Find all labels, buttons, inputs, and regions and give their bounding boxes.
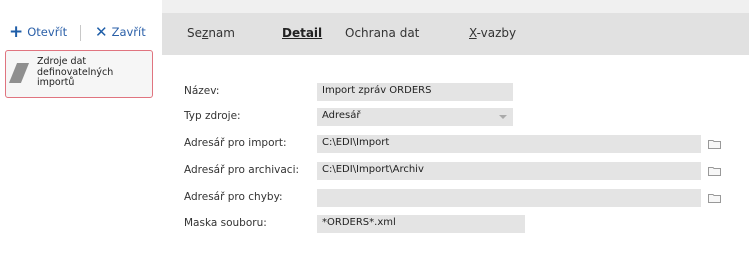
form-row-error-dir: Adresář pro chyby:: [162, 189, 749, 207]
detail-form: Název: Import zpráv ORDERS Typ zdroje: A…: [162, 55, 749, 271]
toolbar-divider: [80, 25, 81, 41]
source-type-label: Typ zdroje:: [184, 110, 241, 122]
import-dir-label: Adresář pro import:: [184, 137, 287, 149]
tab-privacy-label: Ochrana dat: [345, 26, 420, 40]
archive-dir-field[interactable]: C:\EDI\Import\Archiv: [317, 162, 701, 180]
tab-xref-rest: -vazby: [476, 26, 517, 40]
form-row-archive-dir: Adresář pro archivaci: C:\EDI\Import\Arc…: [162, 162, 749, 180]
source-type-value: Adresář: [322, 110, 361, 121]
file-mask-label: Maska souboru:: [184, 217, 267, 229]
tab-list[interactable]: Seznam: [187, 26, 235, 44]
chevron-down-icon[interactable]: [499, 115, 507, 119]
archive-dir-label: Adresář pro archivaci:: [184, 164, 300, 176]
x-icon: ✕: [95, 23, 108, 41]
detail-panel: Seznam Detail Ochrana dat X-vazby Název:…: [162, 0, 749, 271]
name-field[interactable]: Import zpráv ORDERS: [317, 83, 513, 101]
tab-detail[interactable]: Detail: [282, 26, 322, 44]
tab-detail-label: Detail: [282, 26, 323, 40]
folder-icon[interactable]: [708, 166, 721, 176]
folder-icon[interactable]: [708, 193, 721, 203]
tab-xref-hotkey: X: [469, 26, 477, 40]
parallelogram-icon: [8, 63, 30, 83]
plus-icon: +: [9, 22, 24, 42]
form-row-import-dir: Adresář pro import: C:\EDI\Import: [162, 135, 749, 153]
error-dir-field[interactable]: [317, 189, 701, 207]
source-type-select[interactable]: Adresář: [317, 108, 513, 126]
toolbar: + Otevřít ✕ Zavřít: [0, 0, 162, 44]
file-mask-field[interactable]: *ORDERS*.xml: [317, 215, 525, 233]
folder-icon[interactable]: [708, 139, 721, 149]
close-button-label: Zavřít: [111, 25, 146, 39]
tab-bar: Seznam Detail Ochrana dat X-vazby: [162, 13, 749, 58]
data-source-card[interactable]: Zdroje dat definovatelných importů: [5, 50, 153, 98]
tab-xref[interactable]: X-vazby: [469, 26, 516, 44]
data-source-card-label: Zdroje dat definovatelných importů: [37, 56, 114, 88]
open-button[interactable]: + Otevřít: [9, 23, 67, 41]
form-row-source-type: Typ zdroje: Adresář: [162, 108, 749, 126]
error-dir-label: Adresář pro chyby:: [184, 191, 283, 203]
open-button-label: Otevřít: [27, 25, 68, 39]
form-row-name: Název: Import zpráv ORDERS: [162, 83, 749, 101]
close-button[interactable]: ✕ Zavřít: [95, 23, 146, 41]
name-label: Název:: [184, 85, 220, 97]
tab-list-hotkey: z: [202, 26, 209, 40]
form-row-file-mask: Maska souboru: *ORDERS*.xml: [162, 215, 749, 233]
import-dir-field[interactable]: C:\EDI\Import: [317, 135, 701, 153]
tab-privacy[interactable]: Ochrana dat: [345, 26, 419, 44]
